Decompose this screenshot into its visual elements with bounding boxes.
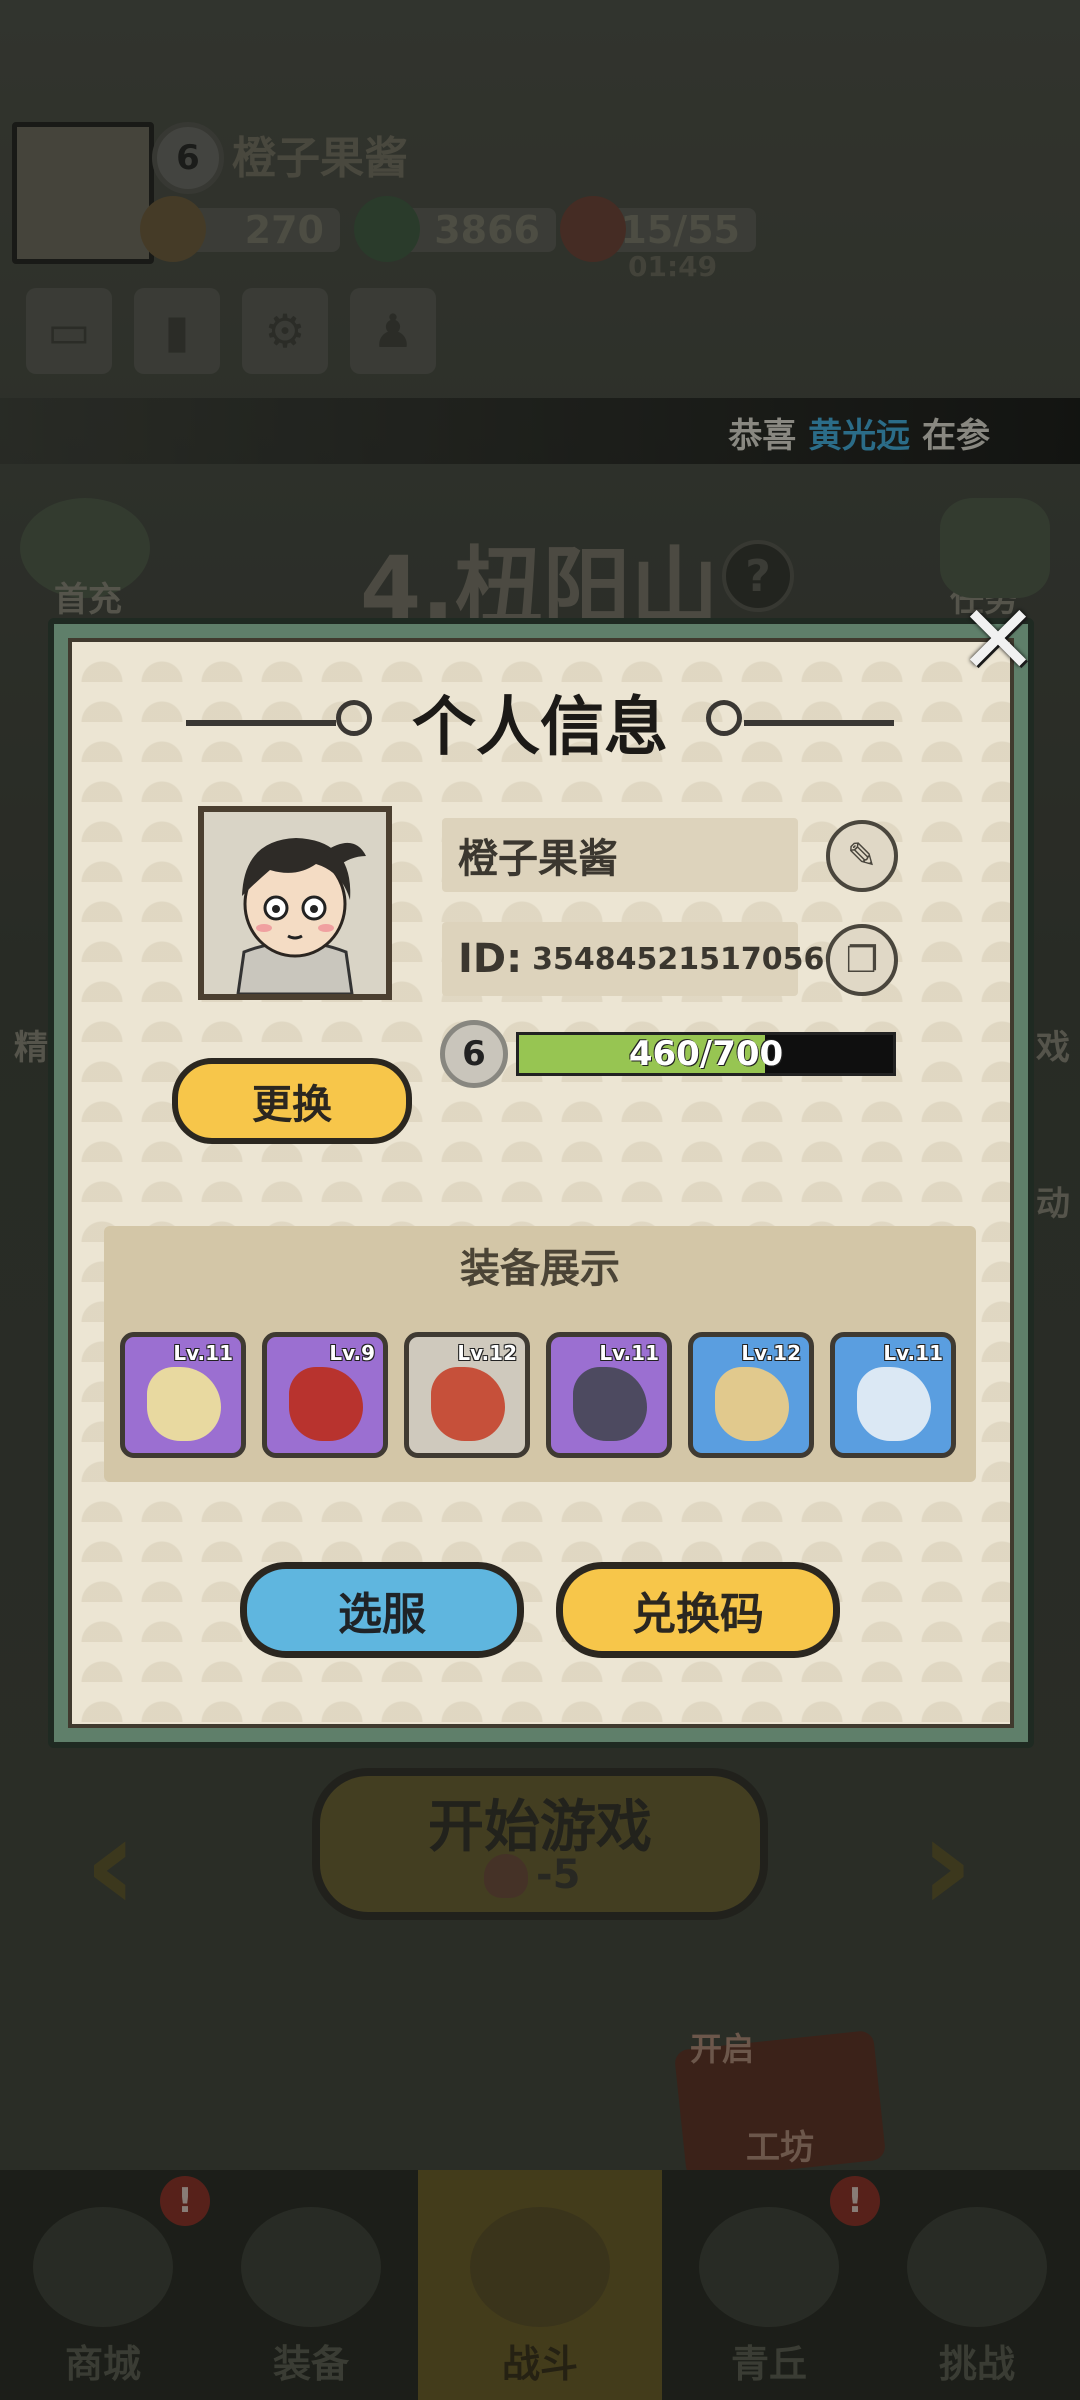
profile-dialog-body <box>68 638 1014 1728</box>
armor-item-icon <box>573 1367 647 1441</box>
necklace-item-icon <box>431 1367 505 1441</box>
boots-item-icon <box>715 1367 789 1441</box>
profile-name: 橙子果酱 <box>458 836 618 882</box>
edit-name-brush-icon[interactable]: ✎ <box>826 820 898 892</box>
redeem-code-button[interactable]: 兑换码 <box>556 1562 840 1658</box>
profile-level: 6 <box>462 1034 486 1074</box>
slot-level: Lv.9 <box>329 1341 375 1365</box>
profile-dialog <box>48 618 1034 1748</box>
equipment-slot[interactable]: Lv.11 <box>120 1332 246 1458</box>
title-divider-left <box>186 720 336 726</box>
slot-level: Lv.11 <box>173 1341 233 1365</box>
id-label: ID: <box>458 936 523 982</box>
weapon-item-icon <box>147 1367 221 1441</box>
helmet-item-icon <box>289 1367 363 1441</box>
slot-level: Lv.12 <box>457 1341 517 1365</box>
player-name-field: 橙子果酱 <box>442 818 798 892</box>
charm-item-icon <box>857 1367 931 1441</box>
slot-level: Lv.11 <box>883 1341 943 1365</box>
profile-avatar <box>198 806 392 1000</box>
xp-progress-text: 460/700 <box>628 1034 784 1074</box>
select-server-button[interactable]: 选服 <box>240 1562 524 1658</box>
close-icon[interactable]: ✕ <box>956 592 1040 688</box>
slot-level: Lv.11 <box>599 1341 659 1365</box>
change-avatar-button[interactable]: 更换 <box>172 1058 412 1144</box>
equipment-slot[interactable]: Lv.11 <box>546 1332 672 1458</box>
profile-level-badge: 6 <box>440 1020 508 1088</box>
copy-id-icon[interactable]: ❐ <box>826 924 898 996</box>
dialog-title: 个人信息 <box>412 691 668 765</box>
id-value: 354845215170560 <box>532 941 846 977</box>
equipment-slot[interactable]: Lv.12 <box>404 1332 530 1458</box>
title-divider-right <box>744 720 894 726</box>
equipment-slot[interactable]: Lv.11 <box>830 1332 956 1458</box>
swirl-ornament-right-icon <box>706 700 742 736</box>
equipment-slot[interactable]: Lv.9 <box>262 1332 388 1458</box>
equipment-slot[interactable]: Lv.12 <box>688 1332 814 1458</box>
character-portrait-icon <box>204 812 386 994</box>
player-id-field: ID: 354845215170560 <box>442 922 845 996</box>
slot-level: Lv.12 <box>741 1341 801 1365</box>
equipment-title: 装备展示 <box>460 1246 620 1292</box>
